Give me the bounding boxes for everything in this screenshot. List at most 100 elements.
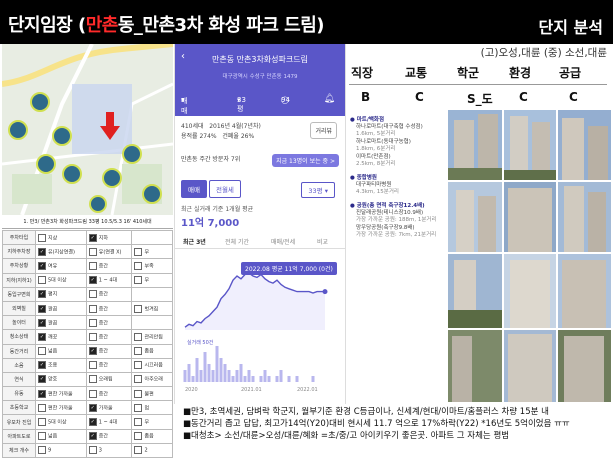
checklist-option[interactable]: ✓ 가까울 [85,400,133,416]
checkbox-icon[interactable] [38,233,46,242]
checklist-option[interactable]: 중간 [85,386,133,402]
checklist-option[interactable]: 부족 [131,258,173,274]
checkbox-icon[interactable] [88,375,97,384]
checkbox-icon[interactable] [88,446,97,455]
checklist-option[interactable] [131,315,173,331]
checked-checkbox-icon[interactable]: ✓ [38,261,46,270]
checklist-option[interactable]: 좁음 [131,428,173,444]
checkbox-icon[interactable] [38,403,46,412]
checkbox-icon[interactable] [134,347,143,356]
checkbox-icon[interactable] [88,261,97,270]
checkbox-icon[interactable] [134,375,143,384]
pyeong-dropdown[interactable]: 33평 ▾ [237,96,246,113]
size-select[interactable]: 33평 ▾ [301,182,335,198]
checklist-option[interactable]: 2 [131,442,173,459]
checked-checkbox-icon[interactable]: ✓ [38,247,46,256]
checklist-option[interactable]: 5대 이상 [35,414,87,430]
checked-checkbox-icon[interactable]: ✓ [38,290,46,299]
checkbox-icon[interactable] [88,290,97,299]
checkbox-icon[interactable] [134,432,143,441]
checkbox-icon[interactable] [38,347,46,356]
checkbox-icon[interactable] [134,361,143,370]
checklist-option[interactable]: 유(연결 X) [85,244,133,260]
tab-rent[interactable]: 전월세 [208,180,241,198]
period-tab-sale-jeonse[interactable]: 매매/전세 [271,237,295,246]
checked-checkbox-icon[interactable]: ✓ [38,389,46,398]
checklist-option[interactable]: ✓ 중간 [85,428,133,444]
checklist-option[interactable]: 중간 [85,357,133,373]
checklist-option[interactable]: ✓ 여유 [35,258,87,274]
checkbox-icon[interactable] [134,389,143,398]
checkbox-icon[interactable] [88,332,97,341]
checkbox-icon[interactable] [134,403,143,412]
checked-checkbox-icon[interactable]: ✓ [88,418,97,427]
checkbox-icon[interactable] [134,304,143,313]
checklist-option[interactable]: 무 [131,414,173,430]
checked-checkbox-icon[interactable]: ✓ [38,304,46,313]
checkbox-icon[interactable] [88,247,97,256]
checklist-option[interactable]: ✓ 깨끗 [35,329,87,345]
checklist-option[interactable]: 중간 [85,329,133,345]
checklist-option[interactable]: 3 [85,442,133,459]
checklist-option[interactable]: 넓음 [35,343,87,359]
checklist-option[interactable]: ✓ 양호 [35,371,87,388]
checklist-option[interactable]: ✓ 지하 [85,229,133,246]
checkbox-icon[interactable] [134,261,143,270]
checked-checkbox-icon[interactable]: ✓ [88,233,97,242]
checklist-option[interactable]: 무 [131,244,173,260]
checklist-option[interactable]: ✓ 유(지상연결) [35,244,87,260]
checklist-option[interactable]: 편한 가까울 [35,400,87,416]
checklist-option[interactable]: 9 [35,442,87,459]
checklist-option[interactable]: 불편 [131,386,173,402]
trade-type-dropdown[interactable]: 매매 ▾ [181,96,187,115]
checked-checkbox-icon[interactable]: ✓ [38,375,46,384]
checklist-option[interactable]: 아주오래 [131,371,173,388]
checklist-option[interactable]: ✓ 평지 [35,286,87,302]
street-view-button[interactable]: 거리뷰 [310,122,337,139]
period-tab-all[interactable]: 전체 기간 [225,237,249,246]
checklist-option[interactable]: 멈 [131,400,173,416]
checklist-option[interactable]: 벗겨짐 [131,300,173,317]
checklist-option[interactable]: 중간 [85,286,133,302]
checklist-option[interactable]: 5대 이상 [35,272,87,288]
checkbox-icon[interactable] [134,446,143,455]
checked-checkbox-icon[interactable]: ✓ [88,276,97,285]
checked-checkbox-icon[interactable]: ✓ [38,361,46,370]
checkbox-icon[interactable] [38,446,46,455]
checkbox-icon[interactable] [38,418,46,427]
location-map[interactable] [2,44,173,215]
checklist-option[interactable]: 무 [131,272,173,288]
checklist-option[interactable]: ✓ 1 ~ 4대 [85,414,133,430]
checkbox-icon[interactable] [38,432,46,441]
checklist-option[interactable] [131,229,173,246]
checklist-option[interactable]: ✓ 깔끔 [35,300,87,317]
checklist-option[interactable]: ✓ 조용 [35,357,87,373]
checklist-option[interactable]: 중간 [85,315,133,331]
checklist-option[interactable]: 넓음 [35,428,87,444]
checked-checkbox-icon[interactable]: ✓ [38,332,46,341]
checklist-option[interactable]: ✓ 중간 [85,343,133,359]
bell-icon[interactable]: 🔔︎ [324,94,335,104]
tab-sale[interactable]: 매매 [181,180,207,198]
checked-checkbox-icon[interactable]: ✓ [88,347,97,356]
price-point[interactable] [322,289,328,295]
checklist-option[interactable]: 오래됨 [85,371,133,388]
checkbox-icon[interactable] [134,276,143,285]
checklist-option[interactable] [131,286,173,302]
checklist-option[interactable]: 중간 [85,258,133,274]
period-tab-3y[interactable]: 최근 3년 [183,237,206,246]
period-tab-compare[interactable]: 비교 [317,237,328,246]
checkbox-icon[interactable] [88,318,97,327]
checkbox-icon[interactable] [88,389,97,398]
checked-checkbox-icon[interactable]: ✓ [88,403,97,412]
checked-checkbox-icon[interactable]: ✓ [38,318,46,327]
checkbox-icon[interactable] [134,418,143,427]
checklist-option[interactable]: ✓ 편한 가까울 [35,386,87,402]
checklist-option[interactable]: 시끄러움 [131,357,173,373]
checklist-option[interactable]: 관리안됨 [131,329,173,345]
checklist-option[interactable]: ✓ 깔끔 [35,315,87,331]
checklist-option[interactable]: 중간 [85,300,133,317]
checked-checkbox-icon[interactable]: ✓ [88,432,97,441]
checklist-option[interactable]: 지상 [35,229,87,246]
checkbox-icon[interactable] [38,276,46,285]
